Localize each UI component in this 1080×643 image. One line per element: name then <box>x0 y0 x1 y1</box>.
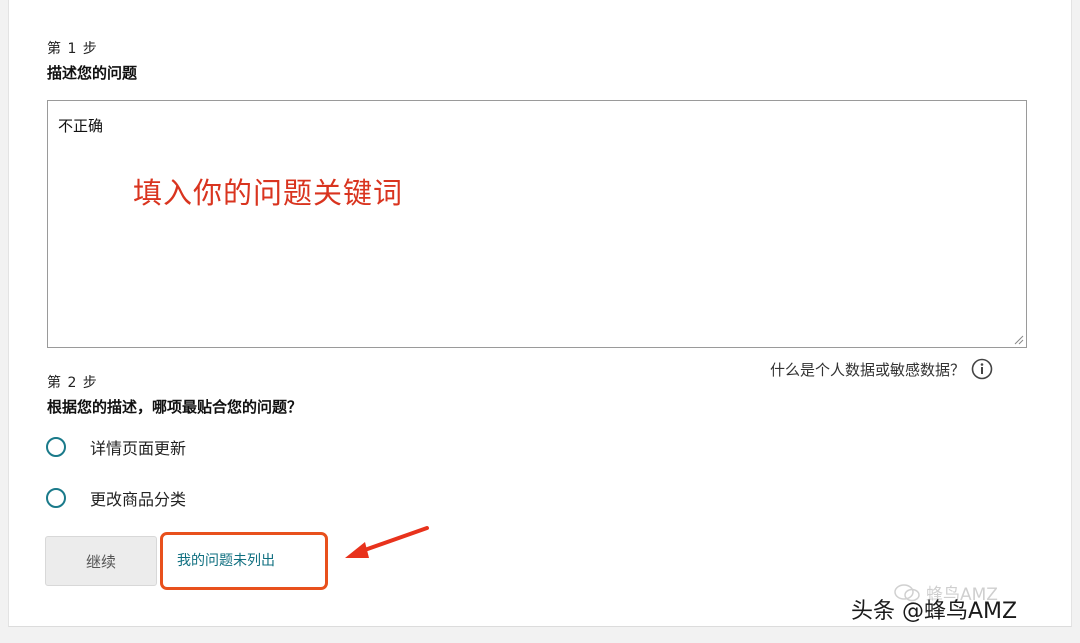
option-label: 更改商品分类 <box>90 490 187 509</box>
textarea-value: 不正确 <box>58 117 104 135</box>
radio-button[interactable] <box>46 488 66 508</box>
info-icon[interactable] <box>971 358 993 380</box>
radio-button[interactable] <box>46 437 66 457</box>
privacy-link-text: 什么是个人数据或敏感数据？ <box>769 360 965 379</box>
issue-not-listed-link[interactable]: 我的问题未列出 <box>177 550 275 570</box>
form-panel: 第 1 步 描述您的问题 不正确 填入你的问题关键词 什么是个人数据或敏感数据？… <box>8 0 1072 627</box>
step-2-title: 根据您的描述，哪项最贴合您的问题？ <box>47 398 303 416</box>
page: 第 1 步 描述您的问题 不正确 填入你的问题关键词 什么是个人数据或敏感数据？… <box>0 0 1080 643</box>
step-1-number: 第 1 步 <box>47 41 98 57</box>
problem-description-textarea[interactable]: 不正确 <box>47 100 1027 348</box>
resize-handle-icon[interactable] <box>1012 333 1024 345</box>
watermark-main: 头条 @蜂鸟AMZ <box>851 599 1018 624</box>
option-label: 详情页面更新 <box>90 439 187 458</box>
option-detail-page-update[interactable]: 详情页面更新 <box>46 435 186 459</box>
continue-button[interactable]: 继续 <box>45 536 157 586</box>
step-2-number: 第 2 步 <box>47 375 98 391</box>
step-1-title: 描述您的问题 <box>47 64 138 82</box>
red-arrow-icon <box>345 526 429 558</box>
option-change-category[interactable]: 更改商品分类 <box>46 486 186 510</box>
annotation-text: 填入你的问题关键词 <box>133 176 404 210</box>
privacy-data-link[interactable]: 什么是个人数据或敏感数据？ <box>770 358 993 380</box>
